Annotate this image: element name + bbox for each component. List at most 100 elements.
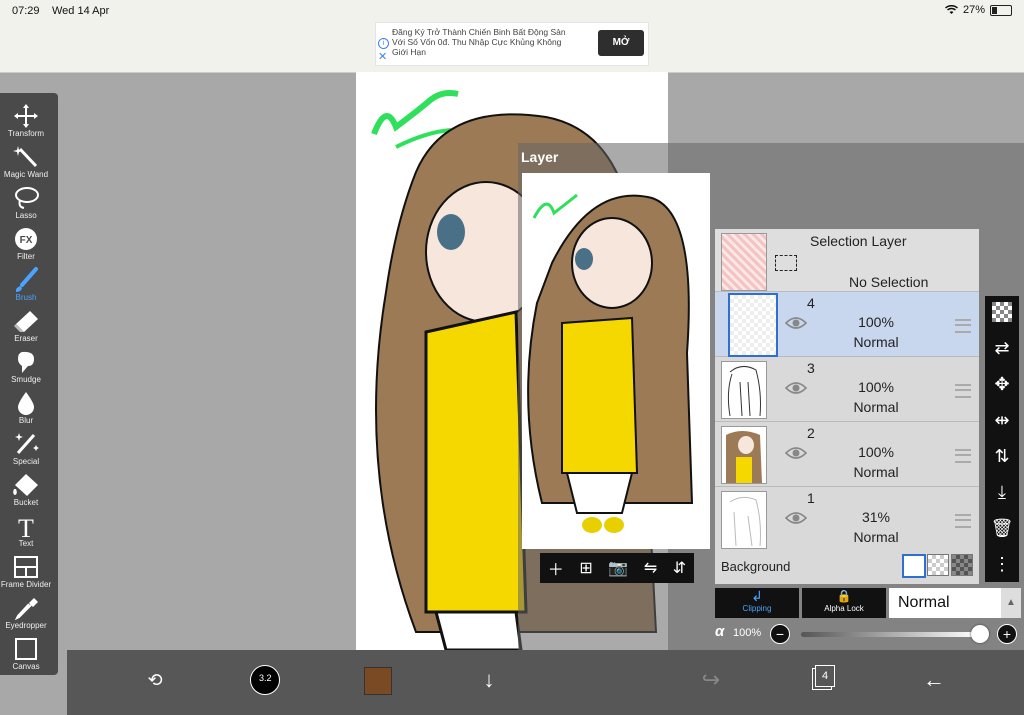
redo-icon[interactable]: ↪ (693, 662, 729, 698)
tool-lasso[interactable]: Lasso (0, 181, 52, 221)
eye-icon[interactable] (785, 446, 807, 460)
bucket-icon (13, 474, 38, 496)
clipping-button[interactable]: ↲ Clipping (715, 588, 799, 618)
opacity-plus-button[interactable]: + (997, 624, 1017, 644)
frame-divider-icon (14, 556, 38, 578)
eye-icon[interactable] (785, 381, 807, 395)
selection-layer-row[interactable]: Selection Layer No Selection (715, 229, 979, 292)
tool-label: Canvas (12, 662, 40, 671)
checkerboard-icon[interactable] (992, 302, 1012, 322)
opacity-row: α 100% − + (715, 622, 1021, 646)
status-time: 07:29 (12, 5, 40, 17)
tool-transform[interactable]: Transform (0, 99, 52, 139)
tool-label: Blur (18, 416, 34, 425)
layer-panel-title: Layer (521, 149, 559, 165)
eye-icon[interactable] (785, 316, 807, 330)
selection-layer-thumbnail (721, 233, 767, 291)
layer-number: 4 (807, 295, 815, 311)
selection-layer-status: No Selection (849, 274, 929, 290)
eye-icon[interactable] (785, 511, 807, 525)
tool-label: Filter (17, 252, 35, 261)
brush-size-button[interactable]: 3.2 (247, 662, 283, 698)
drag-handle-icon[interactable] (955, 384, 971, 398)
ad-banner[interactable]: i ✕ Đăng Ký Trở Thành Chiến Binh Bất Độn… (375, 22, 649, 66)
lasso-icon (15, 187, 39, 209)
tool-eyedropper[interactable]: Eyedropper (0, 591, 52, 631)
tool-filter[interactable]: FX Filter (0, 222, 52, 262)
download-icon[interactable]: ↓ (471, 662, 507, 698)
flip-horizontal-icon[interactable]: ⇋ (644, 558, 657, 578)
layer-row-3[interactable]: 3 100% Normal (715, 357, 979, 422)
flip-vertical-icon[interactable]: ⇵ (673, 558, 686, 578)
more-icon[interactable]: ⋮ (990, 552, 1014, 576)
tool-smudge[interactable]: Smudge (0, 345, 52, 385)
layer-blend-mode: Normal (853, 334, 899, 350)
layer-action-bar: ⇄ ✥ ⇹ ⇅ ⤓ 🗑 ⋮ (985, 296, 1019, 582)
trash-icon[interactable]: 🗑 (990, 516, 1014, 540)
svg-text:FX: FX (20, 235, 33, 246)
opacity-value: 100% (733, 627, 762, 639)
tool-special[interactable]: Special (0, 427, 52, 467)
background-transparent-swatch[interactable] (927, 554, 949, 576)
layer-blend-mode: Normal (853, 464, 899, 480)
merge-down-icon[interactable]: ⤓ (990, 480, 1014, 504)
layer-preview[interactable] (522, 173, 710, 549)
layer-row-2[interactable]: 2 100% Normal (715, 422, 979, 487)
background-label: Background (721, 559, 791, 574)
tool-label: Smudge (11, 375, 41, 384)
blend-mode-select[interactable]: Normal (889, 588, 1001, 618)
move-icon[interactable]: ✥ (990, 372, 1014, 396)
background-white-swatch[interactable] (902, 554, 926, 578)
tool-label: Eraser (14, 334, 38, 343)
opacity-slider[interactable] (801, 632, 977, 637)
layer-thumbnail (721, 491, 767, 549)
drag-handle-icon[interactable] (955, 319, 971, 333)
color-swatch[interactable] (360, 662, 396, 698)
chevron-up-icon[interactable]: ▲ (1001, 588, 1021, 618)
battery-percent: 27% (962, 4, 985, 16)
layer-number: 2 (807, 425, 815, 441)
tool-brush[interactable]: Brush (0, 263, 52, 303)
layer-opacity: 31% (861, 509, 891, 525)
tool-eraser[interactable]: Eraser (0, 304, 52, 344)
layer-row-1[interactable]: 1 31% Normal (715, 487, 979, 552)
add-copy-layer-icon[interactable]: ⊞ (579, 558, 592, 578)
drag-handle-icon[interactable] (955, 449, 971, 463)
ad-open-button[interactable]: MỞ (598, 30, 644, 56)
tool-bucket[interactable]: Bucket (0, 468, 52, 508)
ad-bar: i ✕ Đăng Ký Trở Thành Chiến Binh Bất Độn… (0, 22, 1024, 73)
move-layer-icon[interactable]: ⇄ (990, 336, 1014, 360)
drag-handle-icon[interactable] (955, 514, 971, 528)
tool-canvas[interactable]: Canvas (0, 632, 52, 672)
tool-label: Lasso (15, 211, 37, 220)
battery-icon (990, 4, 1012, 16)
flip-vertical-icon[interactable]: ⇅ (990, 444, 1014, 468)
rotate-canvas-icon[interactable]: ⟲ (137, 662, 173, 698)
clipping-label: Clipping (742, 604, 772, 613)
layer-blend-mode: Normal (853, 399, 899, 415)
add-layer-icon[interactable]: ＋ (548, 556, 564, 580)
background-row[interactable]: Background (715, 549, 979, 584)
opacity-slider-knob[interactable] (971, 625, 989, 643)
layer-thumbnail (721, 426, 767, 484)
background-dark-swatch[interactable] (951, 554, 973, 576)
layers-button[interactable]: 4 (804, 662, 840, 698)
layer-row-4[interactable]: 4 100% Normal (715, 292, 979, 357)
flip-horizontal-icon[interactable]: ⇹ (990, 408, 1014, 432)
layer-list: Selection Layer No Selection 4 100% Norm… (715, 229, 979, 584)
bottom-bar: ⟲ 3.2 ↓ ↪ 4 ← (67, 650, 1024, 715)
ad-info-icon[interactable]: i (378, 38, 389, 49)
camera-icon[interactable]: 📷 (608, 558, 628, 578)
alpha-lock-button[interactable]: 🔒 Alpha Lock (802, 588, 886, 618)
ad-close-icon[interactable]: ✕ (378, 50, 387, 63)
back-arrow-icon[interactable]: ← (916, 662, 952, 698)
opacity-minus-button[interactable]: − (770, 624, 790, 644)
layer-number: 1 (807, 490, 815, 506)
tool-magic-wand[interactable]: Magic Wand (0, 140, 52, 180)
tool-text[interactable]: T Text (0, 509, 52, 549)
tool-frame-divider[interactable]: Frame Divider (0, 550, 52, 590)
tool-blur[interactable]: Blur (0, 386, 52, 426)
svg-text:T: T (18, 514, 34, 539)
brush-icon (15, 267, 38, 292)
transform-icon (14, 104, 38, 128)
